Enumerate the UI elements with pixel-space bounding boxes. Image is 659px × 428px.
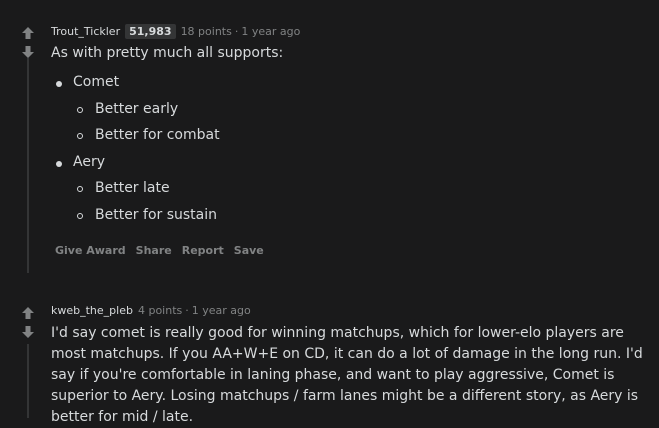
upvote-icon[interactable] (18, 305, 38, 321)
share-button[interactable]: Share (136, 244, 172, 257)
author-name[interactable]: kweb_the_pleb (51, 304, 133, 317)
points: 18 points (180, 25, 232, 38)
sub-list-item: Better for combat (95, 127, 220, 143)
comment-meta: Trout_Tickler 51,983 18 points · 1 year … (51, 24, 300, 39)
bullet (56, 81, 62, 87)
separator: · (234, 25, 239, 38)
list-item: Comet (73, 74, 120, 90)
upvote-icon[interactable] (18, 25, 38, 41)
save-button[interactable]: Save (234, 244, 264, 257)
timestamp[interactable]: 1 year ago (192, 304, 251, 317)
sub-list-item: Better for sustain (95, 207, 218, 223)
user-flair: 51,983 (125, 24, 176, 39)
sub-bullet (77, 186, 84, 193)
comment-meta: kweb_the_pleb 4 points · 1 year ago (51, 304, 251, 317)
sub-bullet (77, 213, 84, 220)
thread-line-2[interactable] (27, 344, 29, 418)
author-name[interactable]: Trout_Tickler (51, 25, 120, 38)
sub-bullet (77, 133, 84, 140)
downvote-icon[interactable] (18, 324, 38, 340)
list-item: Aery (73, 154, 105, 170)
timestamp[interactable]: 1 year ago (241, 25, 300, 38)
points: 4 points (137, 304, 183, 317)
separator: · (185, 304, 189, 317)
comment-actions: Give Award Share Report Save (55, 244, 264, 257)
give-award-button[interactable]: Give Award (55, 244, 126, 257)
sub-list-item: Better late (95, 180, 170, 196)
downvote-icon[interactable] (18, 44, 38, 60)
report-button[interactable]: Report (182, 244, 224, 257)
comment-intro: As with pretty much all supports: (51, 45, 284, 61)
sub-list-item: Better early (95, 101, 179, 117)
thread-line-1[interactable] (27, 58, 29, 273)
comment-body: I'd say comet is really good for winning… (51, 325, 643, 425)
sub-bullet (77, 107, 84, 114)
bullet (56, 161, 62, 167)
